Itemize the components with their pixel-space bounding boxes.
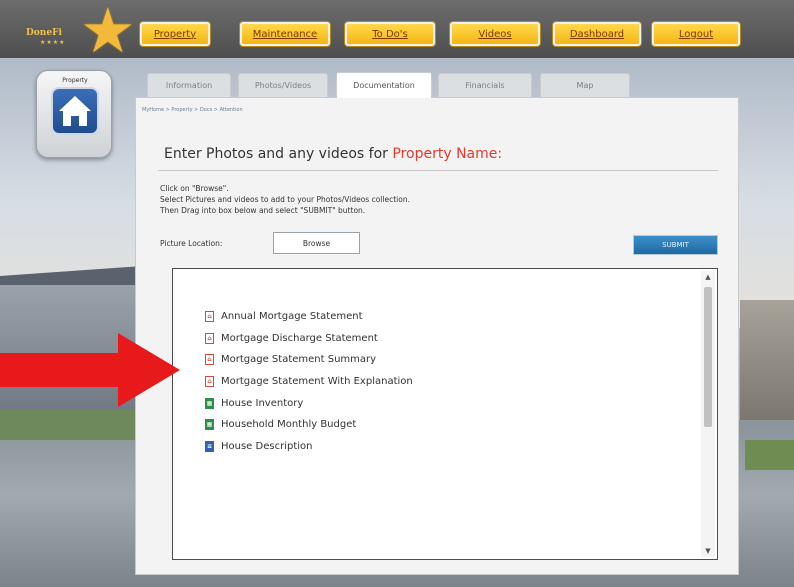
page-title: Enter Photos and any videos for Property… [164, 146, 502, 162]
nav-todos-button[interactable]: To Do's [345, 22, 435, 46]
documentation-panel: MyHome > Property > Docs > Attention Ent… [135, 97, 739, 575]
logo-text: DoneFi [26, 28, 62, 38]
nav-property-button[interactable]: Property [140, 22, 210, 46]
nav-videos-button[interactable]: Videos [450, 22, 540, 46]
file-drop-area[interactable]: ⌂ Annual Mortgage Statement ⌂ Mortgage D… [172, 268, 718, 560]
pdf-file-icon: ⌂ [205, 376, 214, 388]
file-name: Mortgage Statement Summary [221, 354, 377, 366]
breadcrumb[interactable]: MyHome > Property > Docs > Attention [142, 107, 243, 113]
background-lawn-left [0, 410, 140, 440]
nav-dashboard-button[interactable]: Dashboard [553, 22, 641, 46]
file-name: House Inventory [221, 397, 304, 409]
spreadsheet-file-icon: ▦ [205, 419, 214, 431]
file-name: House Description [221, 440, 313, 452]
pdf-file-icon: ⌂ [205, 354, 214, 366]
page-title-text: Enter Photos and any videos for [164, 146, 393, 162]
list-item[interactable]: ▦ Household Monthly Budget [205, 414, 413, 436]
top-nav-bar: ★ DoneFi ★★★★ Property Maintenance To Do… [0, 0, 794, 62]
pdf-file-icon: ⌂ [205, 311, 214, 323]
instruction-line: Then Drag into box below and select "SUB… [160, 206, 366, 215]
property-app-icon[interactable]: Property [36, 70, 112, 158]
nav-maintenance-button[interactable]: Maintenance [240, 22, 330, 46]
file-name: Annual Mortgage Statement [221, 311, 363, 323]
file-name: Mortgage Statement With Explanation [221, 376, 413, 388]
file-list: ⌂ Annual Mortgage Statement ⌂ Mortgage D… [205, 306, 413, 457]
background-lawn-right [745, 440, 794, 470]
tab-photos-videos[interactable]: Photos/Videos [238, 73, 328, 97]
list-item[interactable]: ⌂ Mortgage Statement Summary [205, 349, 413, 371]
property-icon-label: Property [62, 77, 88, 84]
logo-stars: ★★★★ [40, 39, 66, 46]
app-logo[interactable]: ★ DoneFi ★★★★ [14, 0, 136, 62]
spreadsheet-file-icon: ▦ [205, 397, 214, 409]
instruction-line: Click on "Browse". [160, 184, 229, 193]
tab-financials[interactable]: Financials [438, 73, 532, 97]
red-arrow-icon [0, 333, 180, 407]
tab-documentation[interactable]: Documentation [336, 72, 432, 98]
list-item[interactable]: ⌂ Annual Mortgage Statement [205, 306, 413, 328]
list-item[interactable]: ≡ House Description [205, 436, 413, 458]
list-item[interactable]: ⌂ Mortgage Statement With Explanation [205, 371, 413, 393]
scrollbar-thumb[interactable] [704, 287, 712, 427]
background-house-right [740, 300, 794, 420]
instruction-line: Select Pictures and videos to add to you… [160, 195, 410, 204]
submit-button[interactable]: SUBMIT [633, 235, 718, 255]
list-item[interactable]: ⌂ Mortgage Discharge Statement [205, 328, 413, 350]
scroll-down-icon[interactable]: ▼ [701, 545, 715, 557]
file-name: Household Monthly Budget [221, 419, 357, 431]
pdf-file-icon: ⌂ [205, 332, 214, 344]
nav-logout-button[interactable]: Logout [652, 22, 740, 46]
word-file-icon: ≡ [205, 440, 214, 452]
house-icon [51, 87, 99, 135]
tab-map[interactable]: Map [540, 73, 630, 97]
browse-button[interactable]: Browse [273, 232, 360, 254]
scroll-up-icon[interactable]: ▲ [701, 271, 715, 283]
list-item[interactable]: ▦ House Inventory [205, 392, 413, 414]
heading-divider [158, 170, 718, 171]
star-icon: ★ [80, 0, 136, 67]
property-name-highlight: Property Name: [392, 146, 503, 162]
vertical-scrollbar[interactable]: ▲ ▼ [701, 271, 715, 557]
file-name: Mortgage Discharge Statement [221, 332, 378, 344]
tab-information[interactable]: Information [147, 73, 231, 97]
picture-location-label: Picture Location: [160, 239, 223, 248]
